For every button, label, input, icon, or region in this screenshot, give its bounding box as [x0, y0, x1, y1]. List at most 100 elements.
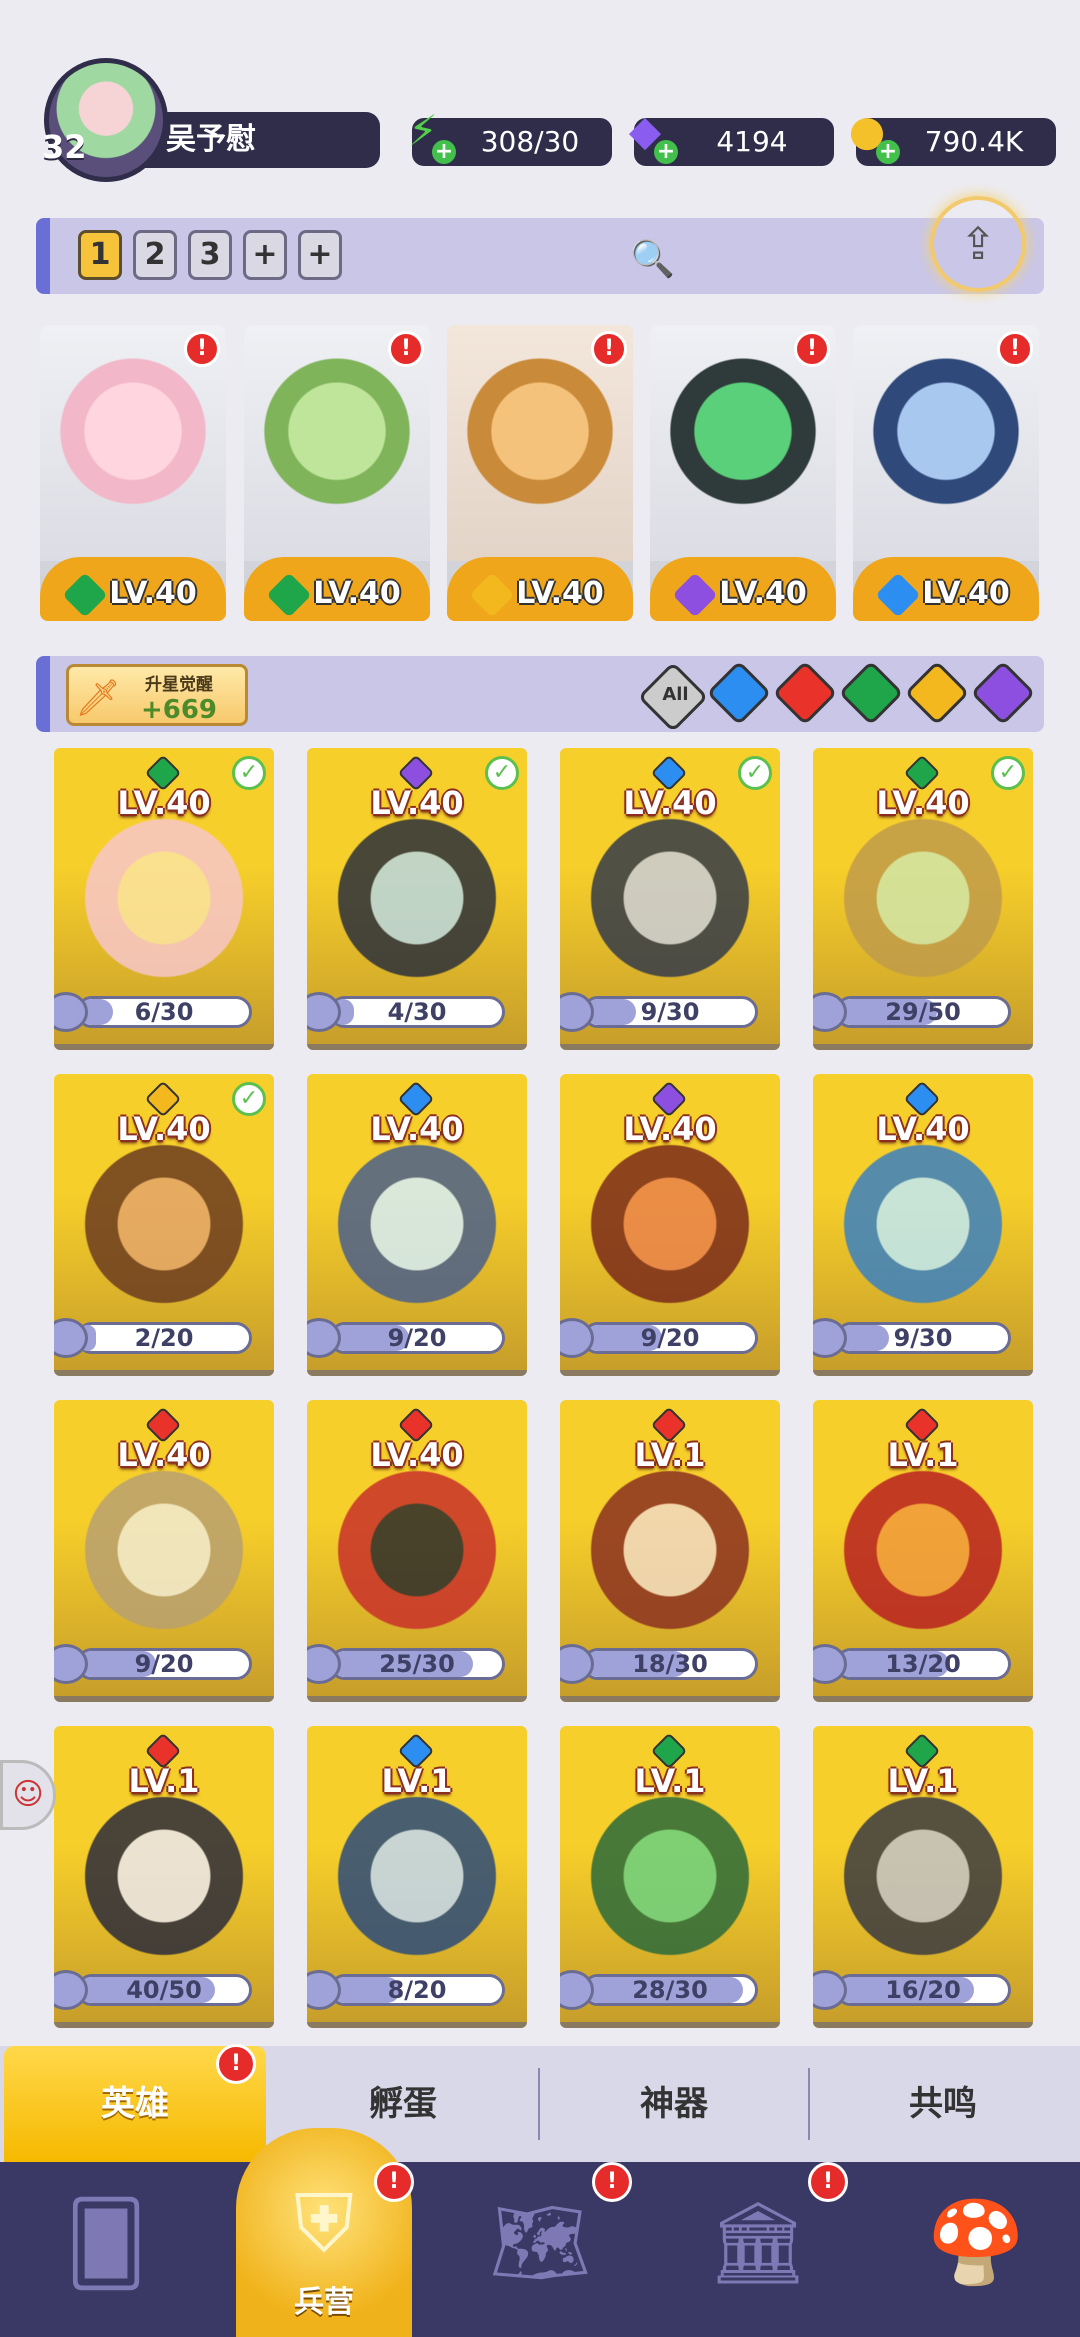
alert-badge: !: [184, 331, 220, 367]
map-alert-badge: !: [592, 2162, 632, 2202]
add-energy-icon[interactable]: +: [432, 140, 456, 164]
hero-level: LV.40: [117, 784, 211, 822]
tab-hatch-label: 孵蛋: [369, 2084, 437, 2124]
heroes-alert-badge: !: [216, 2044, 256, 2084]
castle-icon[interactable]: 🏛: [688, 2168, 828, 2318]
hero-level: LV.1: [887, 1762, 959, 1800]
shard-progress: 18/30: [582, 1648, 758, 1680]
energy-resource[interactable]: ⚡ + 308/30: [408, 107, 612, 166]
team-hero-card[interactable]: LV.40 !: [447, 325, 633, 621]
floating-helper-icon[interactable]: ☺: [0, 1760, 56, 1830]
map-icon[interactable]: 🗺: [470, 2168, 610, 2318]
share-icon[interactable]: ⇪: [930, 196, 1026, 292]
alert-badge: !: [997, 331, 1033, 367]
team-hero-card[interactable]: LV.40 !: [853, 325, 1039, 621]
shard-progress-text: 9/20: [640, 1324, 700, 1352]
gold-resource[interactable]: ● + 790.4K: [849, 107, 1056, 166]
barracks-icon: ⛨: [294, 2177, 354, 2270]
add-gems-icon[interactable]: +: [654, 140, 678, 164]
filter-all-label: All: [662, 684, 689, 706]
hero-level: LV.40: [117, 1110, 211, 1148]
alert-badge: !: [794, 331, 830, 367]
hero-card[interactable]: LV.40 9/30: [813, 1074, 1033, 1376]
tab-resonance[interactable]: 共鸣: [810, 2046, 1076, 2162]
shard-progress: 29/50: [835, 996, 1011, 1028]
shard-progress: 9/20: [329, 1322, 505, 1354]
hero-portrait: [54, 818, 274, 1018]
hero-card[interactable]: ✓ LV.40 2/20: [54, 1074, 274, 1376]
awaken-button[interactable]: 🗡 升星觉醒 +669: [66, 664, 248, 726]
hero-card[interactable]: LV.1 16/20: [813, 1726, 1033, 2028]
search-icon[interactable]: 🔍: [630, 238, 675, 280]
hero-card[interactable]: LV.1 40/50: [54, 1726, 274, 2028]
hero-card[interactable]: ✓ LV.40 4/30: [307, 748, 527, 1050]
team-tab-3[interactable]: 3: [188, 230, 232, 280]
tab-artifacts-label: 神器: [640, 2084, 708, 2124]
element-icon: [672, 571, 718, 618]
cards-icon[interactable]: 🂠: [36, 2168, 176, 2318]
team-tab-1[interactable]: 1: [78, 230, 122, 280]
hero-portrait: [54, 1144, 274, 1344]
team-add-2[interactable]: +: [298, 230, 342, 280]
hero-level: LV.40: [623, 784, 717, 822]
hero-card[interactable]: LV.1 18/30: [560, 1400, 780, 1702]
shard-progress-text: 9/30: [893, 1324, 953, 1352]
shard-progress-text: 13/20: [885, 1650, 961, 1678]
hero-level: LV.40: [876, 1110, 970, 1148]
hero-level: LV.1: [381, 1762, 453, 1800]
shard-progress: 8/20: [329, 1974, 505, 2006]
hero-card[interactable]: LV.1 8/20: [307, 1726, 527, 2028]
team-add-1[interactable]: +: [243, 230, 287, 280]
shard-progress: 9/20: [582, 1322, 758, 1354]
shard-progress-text: 9/30: [640, 998, 700, 1026]
add-gold-icon[interactable]: +: [876, 140, 900, 164]
hero-portrait: [54, 1796, 274, 1996]
shard-progress-text: 6/30: [134, 998, 194, 1026]
shard-progress-text: 40/50: [126, 1976, 202, 2004]
hero-level: LV.40: [876, 784, 970, 822]
hero-card[interactable]: LV.1 13/20: [813, 1400, 1033, 1702]
hero-card[interactable]: LV.1 28/30: [560, 1726, 780, 2028]
mushroom-icon[interactable]: 🍄: [906, 2168, 1046, 2318]
gems-resource[interactable]: ◆ + 4194: [629, 107, 834, 166]
tab-resonance-label: 共鸣: [909, 2084, 977, 2124]
shard-progress-text: 4/30: [387, 998, 447, 1026]
shard-progress: 6/30: [76, 996, 252, 1028]
hero-portrait: [307, 1470, 527, 1670]
hero-level: LV.40: [370, 1436, 464, 1474]
hero-portrait: [813, 818, 1033, 1018]
hero-card[interactable]: ✓ LV.40 6/30: [54, 748, 274, 1050]
hero-portrait: [307, 1796, 527, 1996]
hero-card[interactable]: LV.40 9/20: [307, 1074, 527, 1376]
barracks-alert-badge: !: [374, 2162, 414, 2202]
team-hero-card[interactable]: LV.40 !: [40, 325, 226, 621]
hero-card[interactable]: LV.40 9/20: [560, 1074, 780, 1376]
shard-progress: 9/30: [582, 996, 758, 1028]
shard-progress-text: 28/30: [632, 1976, 708, 2004]
hero-portrait: [560, 1470, 780, 1670]
hero-level: LV.40: [117, 1436, 211, 1474]
nav-barracks[interactable]: ⛨ 兵营: [236, 2128, 412, 2337]
shard-progress-text: 2/20: [134, 1324, 194, 1352]
hero-level: LV.40: [623, 1110, 717, 1148]
shard-progress: 4/30: [329, 996, 505, 1028]
hero-card[interactable]: ✓ LV.40 29/50: [813, 748, 1033, 1050]
shard-progress: 13/20: [835, 1648, 1011, 1680]
hero-level: LV.40: [370, 784, 464, 822]
shard-progress-text: 8/20: [387, 1976, 447, 2004]
shard-progress-text: 16/20: [885, 1976, 961, 2004]
tab-heroes-label: 英雄: [101, 2084, 169, 2124]
hero-card[interactable]: LV.40 25/30: [307, 1400, 527, 1702]
team-hero-card[interactable]: LV.40 !: [244, 325, 430, 621]
team-hero-card[interactable]: LV.40 !: [650, 325, 836, 621]
alert-badge: !: [591, 331, 627, 367]
hero-card[interactable]: ✓ LV.40 9/30: [560, 748, 780, 1050]
team-tab-2[interactable]: 2: [133, 230, 177, 280]
tab-artifacts[interactable]: 神器: [540, 2046, 808, 2162]
gems-value: 4194: [716, 125, 788, 158]
nav-barracks-label: 兵营: [294, 2285, 354, 2320]
hero-portrait: [560, 818, 780, 1018]
hero-card[interactable]: LV.40 9/20: [54, 1400, 274, 1702]
shard-progress: 9/20: [76, 1648, 252, 1680]
shard-progress-text: 18/30: [632, 1650, 708, 1678]
